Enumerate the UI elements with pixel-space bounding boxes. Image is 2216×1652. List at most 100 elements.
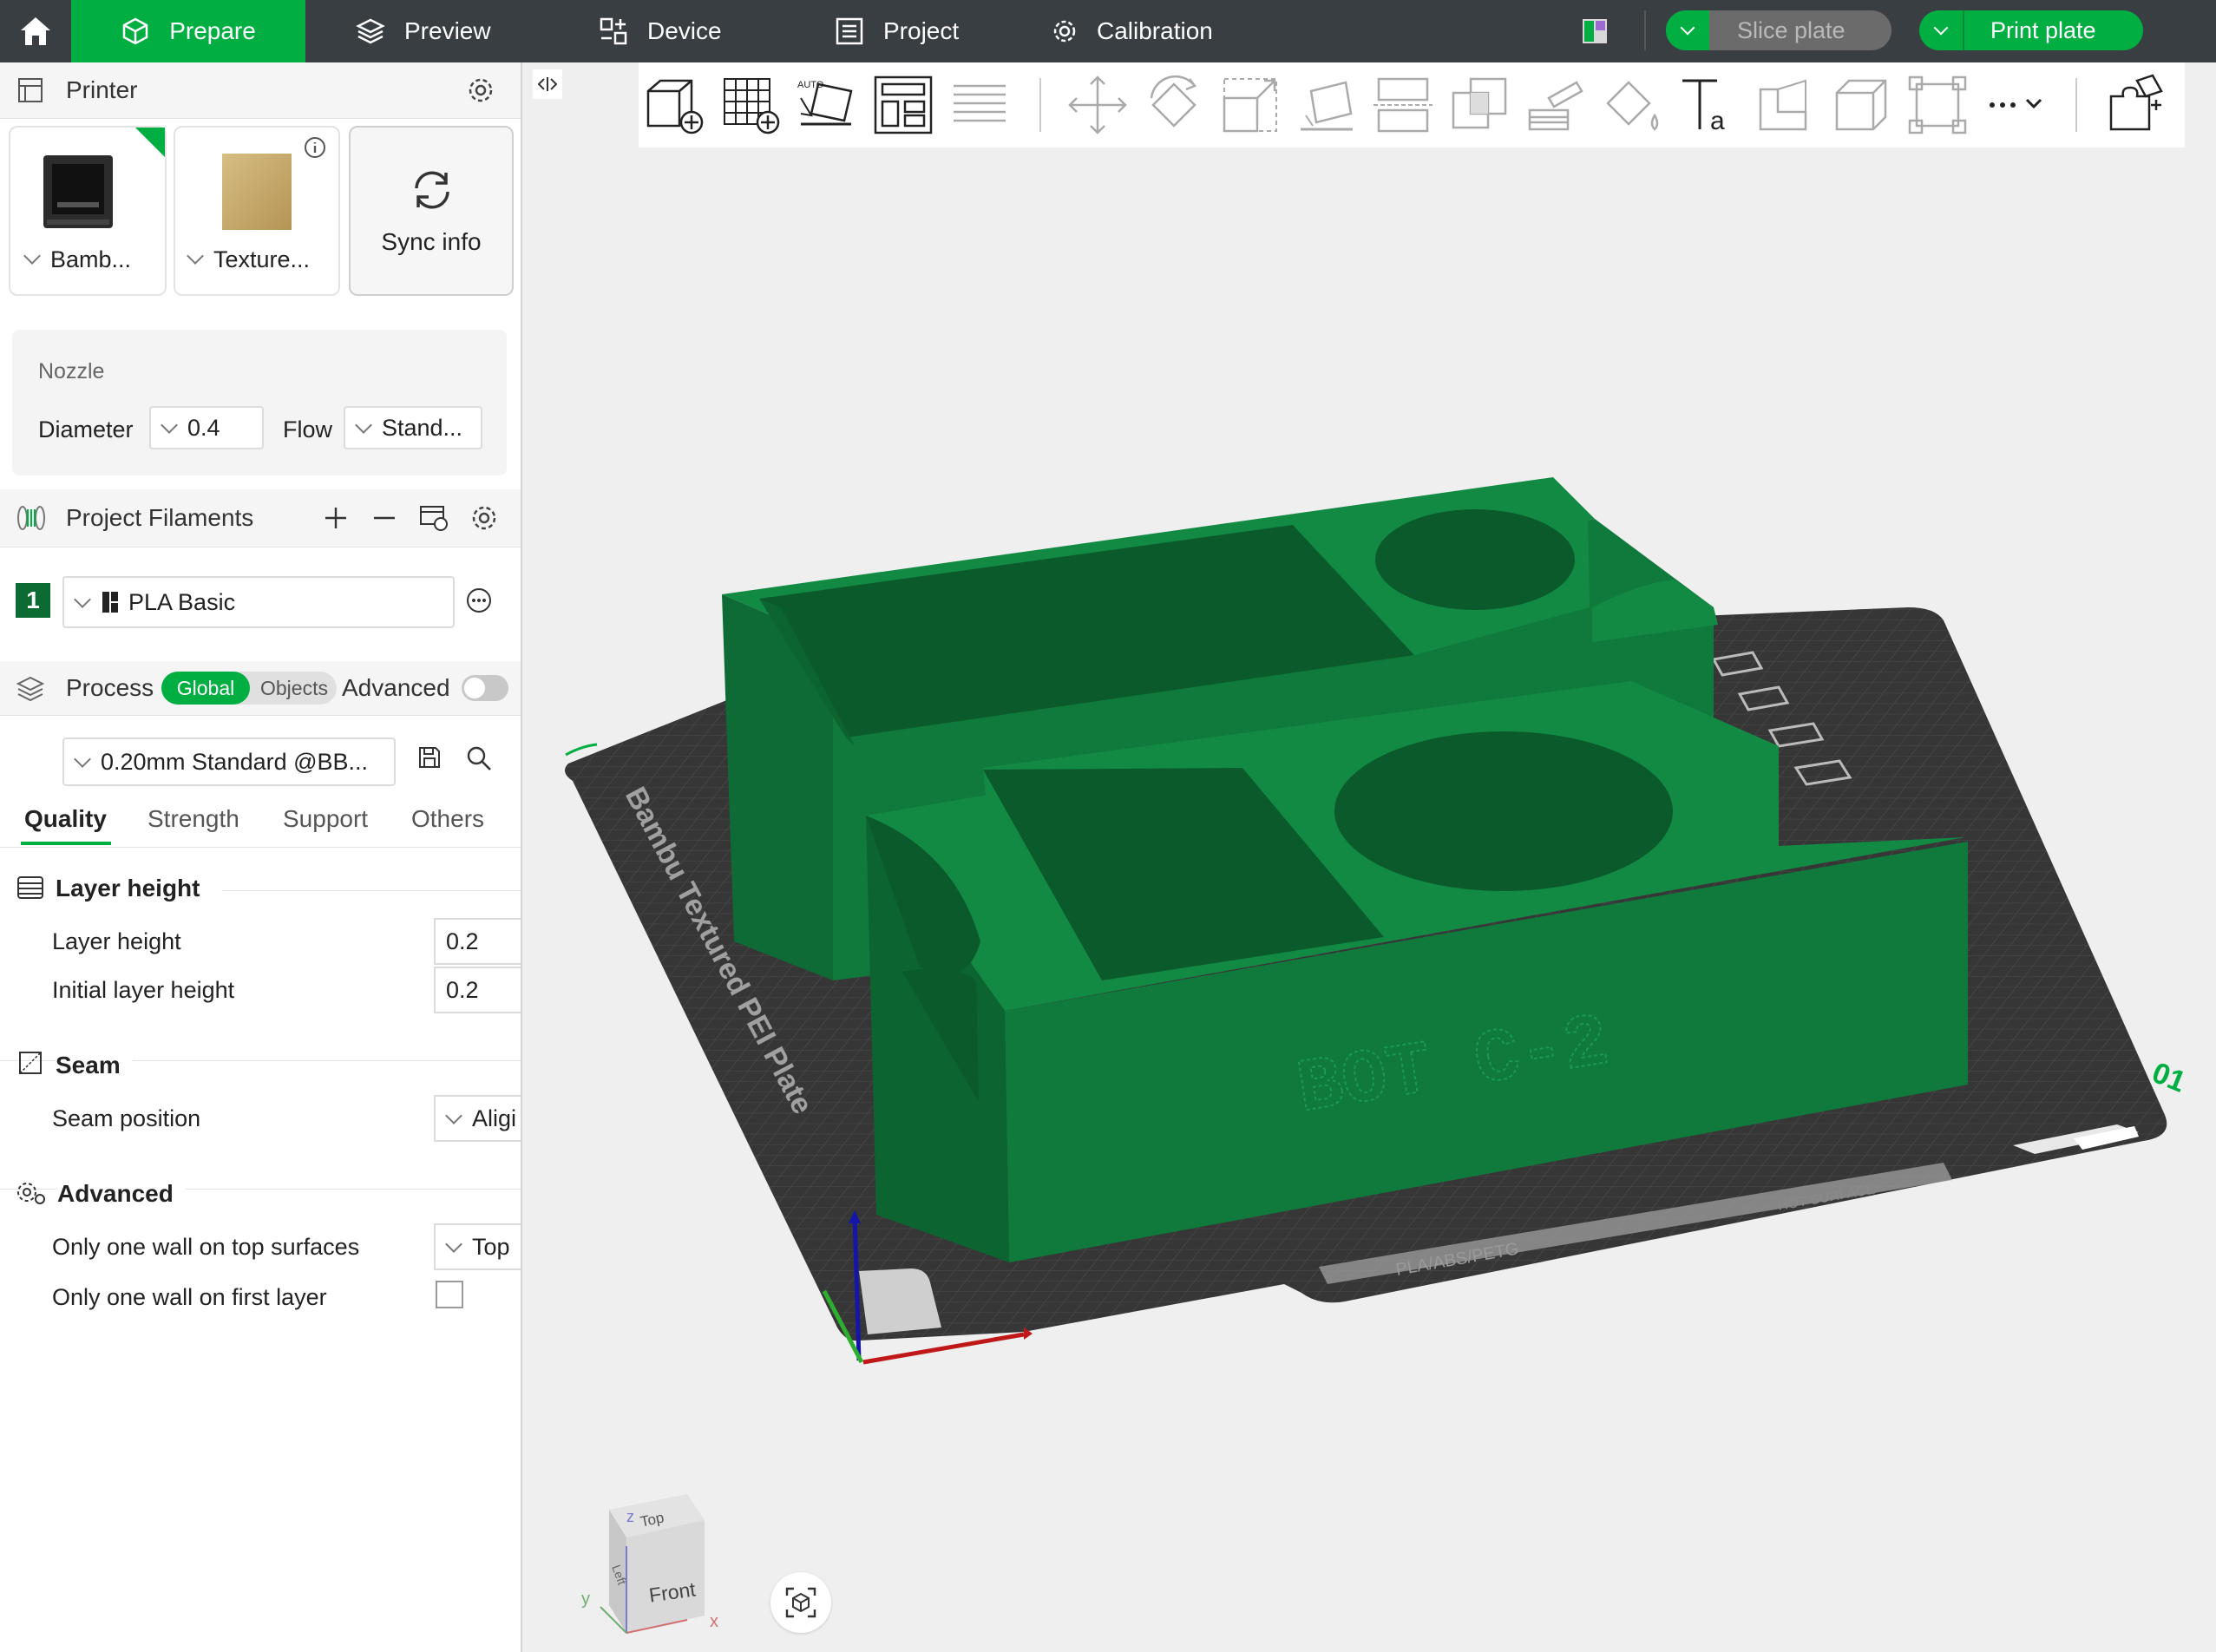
global-objects-toggle[interactable]: Global Objects [161, 672, 337, 705]
slice-plate-label: Slice plate [1737, 16, 1846, 43]
add-object-button[interactable] [639, 69, 710, 141]
layer-height-group-title: Layer height [56, 875, 200, 901]
seam-position-select[interactable]: Aligi [434, 1095, 521, 1142]
rotate-tool-button[interactable] [1138, 69, 1210, 141]
3d-viewport[interactable]: Bambu Textured PEI Plate 01 PLA/ABS/PETG… [522, 62, 2216, 1652]
chevron-down-icon [445, 1236, 462, 1253]
layer-height-icon [16, 875, 45, 901]
assembly-tool-button[interactable] [1826, 69, 1897, 141]
layers-list-icon [954, 84, 1006, 122]
sync-icon [415, 171, 449, 209]
lay-on-face-button[interactable] [1291, 69, 1362, 141]
remove-filament-button[interactable] [371, 505, 397, 531]
top-wall-label: Only one wall on top surfaces [52, 1234, 360, 1260]
slice-plate-button[interactable]: Slice plate [1666, 10, 1891, 50]
advanced-switch[interactable] [462, 675, 508, 701]
plate-name-text: Texture... [213, 246, 311, 272]
tab-label: Calibration [1097, 17, 1213, 44]
zoom-to-fit-icon [785, 1587, 816, 1618]
print-plate-label: Print plate [1990, 16, 2096, 43]
fit-view-button[interactable] [770, 1572, 831, 1633]
view-cube[interactable]: Top Front Left z y x [557, 1451, 731, 1650]
tab-project[interactable]: Project [835, 0, 959, 62]
save-preset-button[interactable] [416, 744, 443, 770]
process-preset-select[interactable]: 0.20mm Standard @BB... [62, 738, 396, 786]
nozzle-panel: Nozzle Diameter 0.4 Flow Stand... [12, 330, 507, 475]
add-filament-button[interactable] [323, 505, 349, 531]
layer-height-input[interactable]: 0.2 [434, 918, 521, 965]
text-tool-button[interactable]: a [1673, 69, 1744, 141]
layout-toggle-button[interactable] [1581, 17, 1609, 57]
scale-icon [1223, 78, 1277, 133]
tab-calibration[interactable]: Calibration [1052, 0, 1213, 62]
split-layers-button[interactable] [944, 69, 1015, 141]
active-tab-underline [21, 842, 111, 845]
chevron-down-icon [74, 751, 91, 768]
toggle-objects[interactable]: Objects [252, 672, 337, 705]
filament-more-button[interactable] [465, 587, 493, 614]
tab-preview[interactable]: Preview [356, 0, 491, 62]
scale-tool-button[interactable] [1215, 69, 1286, 141]
canvas-toolbar: AUTO a [639, 62, 2185, 148]
cut-tool-button[interactable] [1367, 69, 1439, 141]
first-layer-wall-label: Only one wall on first layer [52, 1284, 327, 1310]
chevron-down-icon [355, 416, 372, 434]
layers-icon [356, 18, 385, 44]
measure-icon [1759, 79, 1807, 131]
home-button[interactable] [0, 0, 71, 62]
add-plate-button[interactable] [715, 69, 786, 141]
printer-icon [16, 75, 45, 105]
filament-index-badge[interactable]: 1 [16, 583, 50, 618]
tab-quality[interactable]: Quality [24, 805, 107, 833]
tab-strength[interactable]: Strength [148, 805, 239, 833]
slice-dropdown-button[interactable] [1666, 10, 1709, 50]
tab-device[interactable]: Device [599, 0, 722, 62]
assembly-view-button[interactable] [2101, 69, 2173, 141]
device-icon [600, 17, 627, 45]
sync-info-button[interactable]: Sync info [349, 126, 514, 296]
toggle-global[interactable]: Global [161, 672, 250, 705]
chevron-down-icon [23, 247, 41, 265]
filament-settings-button[interactable] [470, 504, 498, 532]
printer-select-card[interactable]: Bamb... [9, 126, 167, 296]
tab-others[interactable]: Others [411, 805, 484, 833]
plate-select-card[interactable]: Texture... [174, 126, 340, 296]
support-painting-button[interactable] [1520, 69, 1591, 141]
measure-tool-button[interactable] [1749, 69, 1820, 141]
auto-orient-button[interactable]: AUTO [791, 69, 862, 141]
chevron-down-icon [1680, 20, 1695, 36]
top-wall-select[interactable]: Top [434, 1223, 521, 1270]
move-tool-button[interactable] [1062, 69, 1133, 141]
more-icon [467, 588, 491, 613]
first-layer-wall-checkbox[interactable] [436, 1281, 463, 1308]
tab-prepare[interactable]: Prepare [71, 0, 305, 62]
chevron-down-icon [445, 1107, 462, 1124]
diameter-select[interactable]: 0.4 [149, 406, 264, 449]
list-icon [836, 17, 863, 45]
initial-layer-height-input[interactable]: 0.2 [434, 967, 521, 1013]
filament-select[interactable]: PLA Basic [62, 576, 455, 628]
flow-select[interactable]: Stand... [344, 406, 482, 449]
printer-settings-button[interactable] [467, 76, 495, 104]
rotate-icon [1150, 75, 1197, 128]
arrange-button[interactable] [868, 69, 939, 141]
boolean-tool-button[interactable] [1444, 69, 1515, 141]
view-cube-axis-z: z [626, 1508, 634, 1525]
print-dropdown-button[interactable] [1919, 10, 1964, 50]
search-settings-button[interactable] [465, 744, 493, 772]
bounding-box-icon [1908, 75, 1967, 134]
filament-name: PLA Basic [128, 588, 236, 615]
text-icon: a [1682, 79, 1725, 135]
sync-ams-button[interactable] [418, 504, 449, 532]
color-painting-button[interactable] [1596, 69, 1668, 141]
print-plate-button[interactable]: Print plate [1919, 10, 2143, 50]
home-icon [21, 17, 50, 45]
layout-icon [1583, 19, 1607, 43]
fit-to-bounds-button[interactable] [1902, 69, 1973, 141]
printer-name-text: Bamb... [50, 246, 132, 272]
group-divider [222, 890, 521, 891]
more-tools-button[interactable] [1978, 69, 2058, 141]
diameter-label: Diameter [38, 416, 134, 442]
tab-support[interactable]: Support [283, 805, 368, 833]
info-icon[interactable] [304, 136, 326, 159]
